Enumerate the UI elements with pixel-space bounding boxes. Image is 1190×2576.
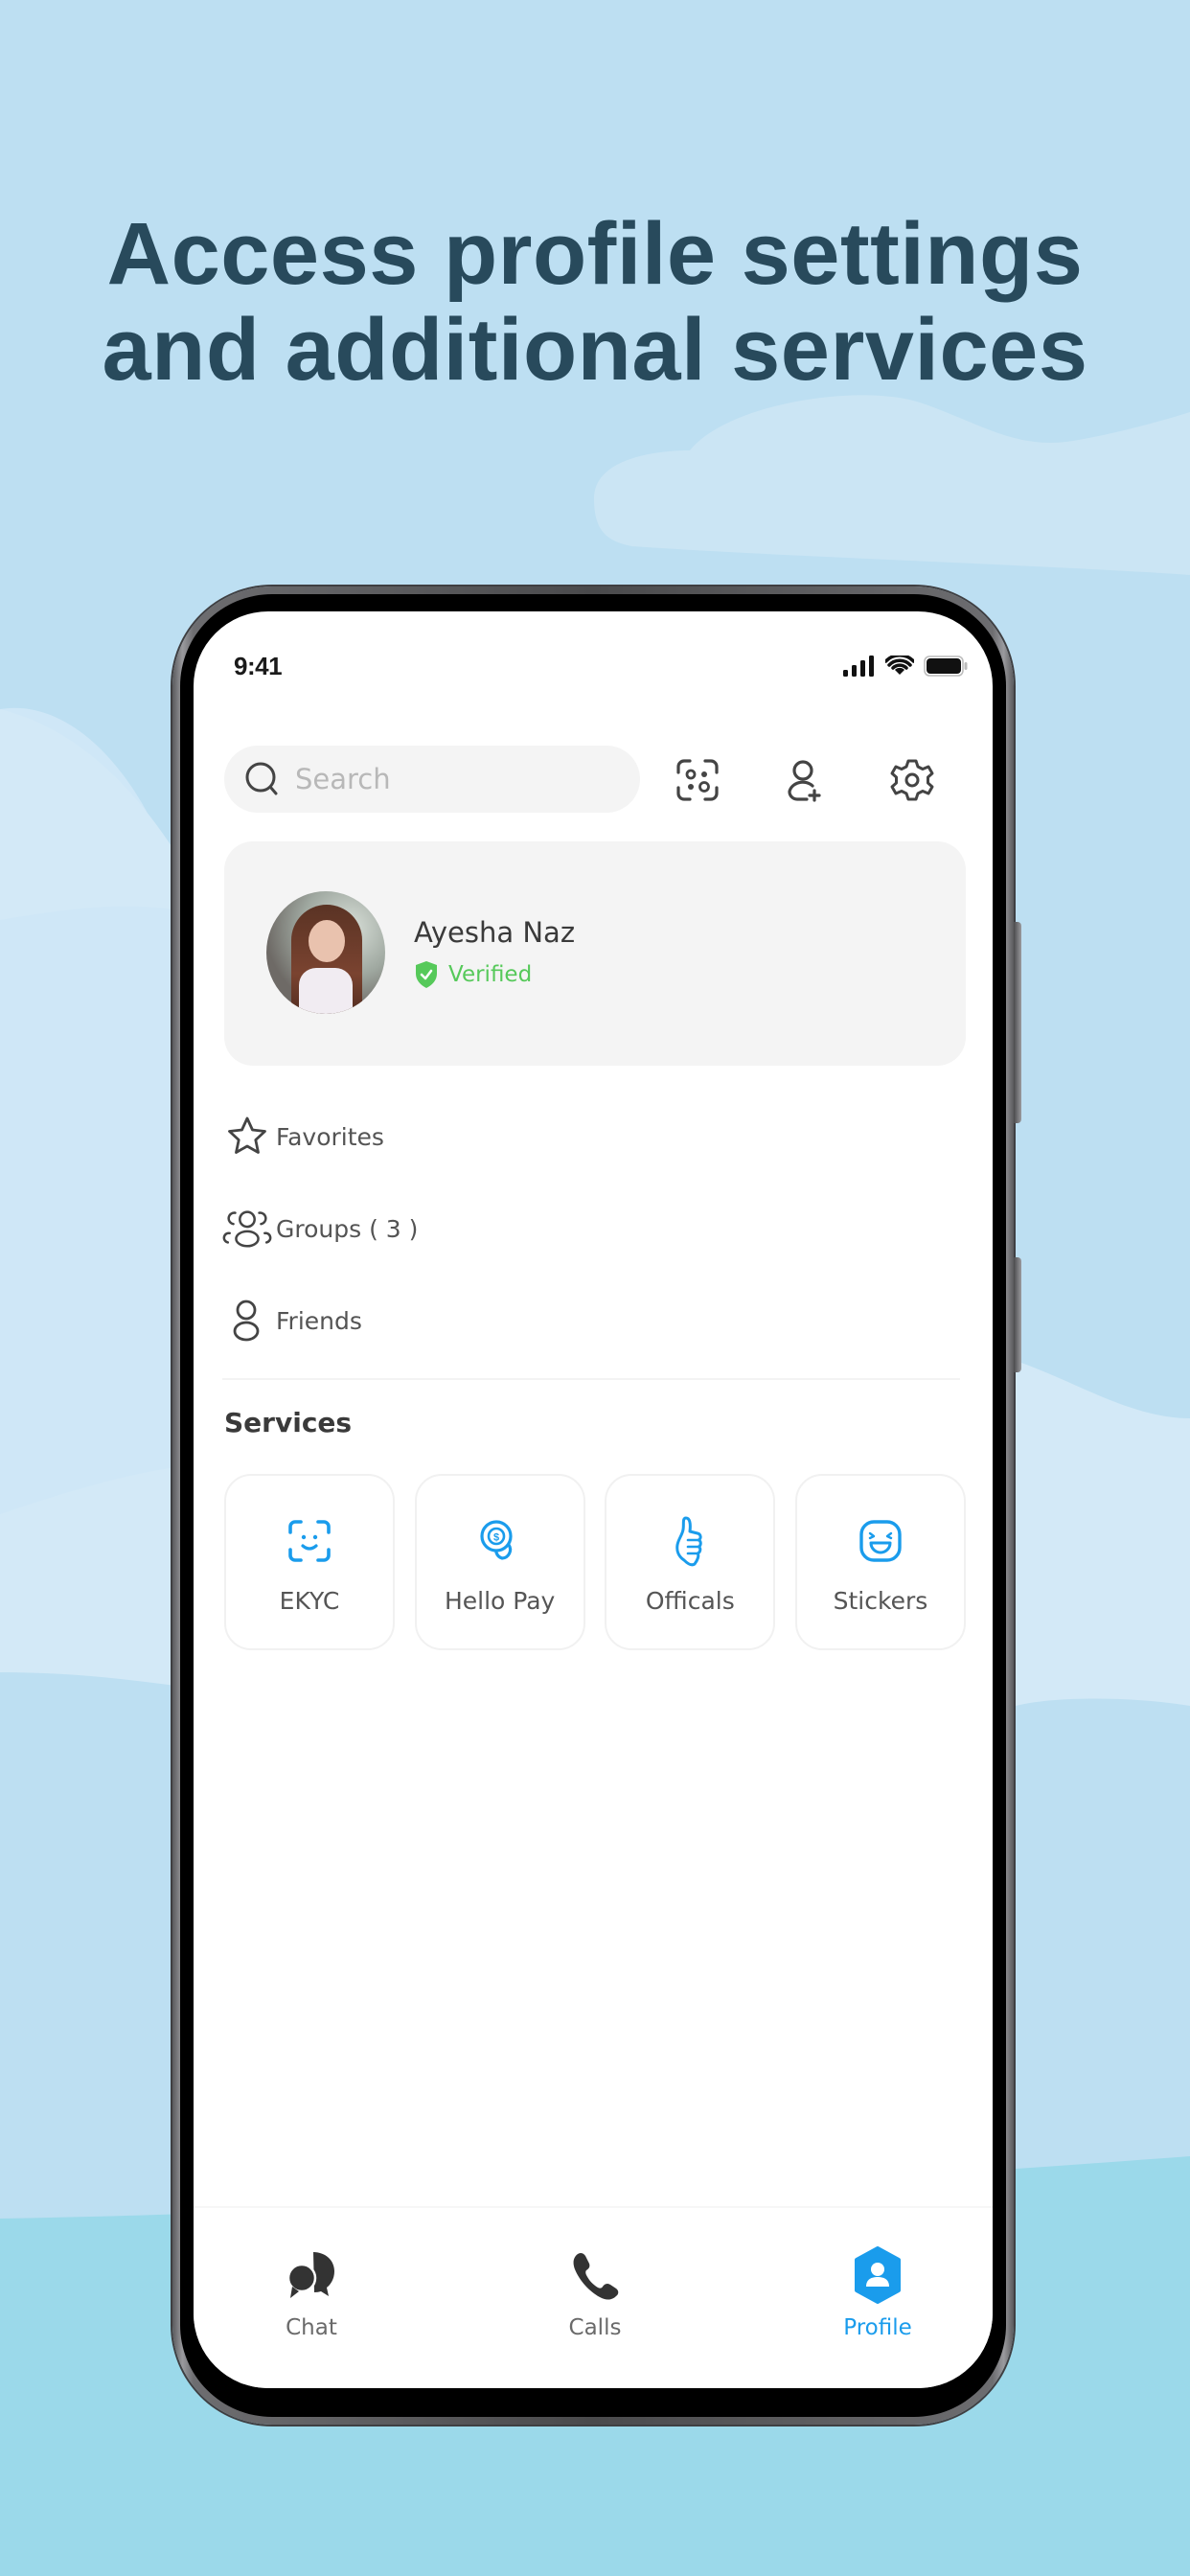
list-item-favorites[interactable]: Favorites <box>222 1091 964 1183</box>
list-item-label: Friends <box>276 1306 362 1335</box>
group-icon <box>222 1210 272 1248</box>
list-item-label: Groups ( 3 ) <box>276 1214 419 1243</box>
star-icon <box>228 1116 266 1154</box>
phone-screen: 9:41 Search Ayesha Naz Verified Favorite… <box>194 611 993 2388</box>
services-heading: Services <box>224 1407 353 1438</box>
nav-chat[interactable]: Chat <box>235 2246 388 2352</box>
search-box[interactable] <box>224 746 640 813</box>
person-icon <box>233 1300 260 1342</box>
list-item-friends[interactable]: Friends <box>222 1275 964 1367</box>
service-label: Stickers <box>833 1587 928 1615</box>
service-label: Officals <box>645 1587 735 1615</box>
headline: Access profile settings and additional s… <box>0 206 1190 398</box>
phone-side-button-bottom <box>1014 1257 1021 1372</box>
profile-menu: Favorites Groups ( 3 ) Friends <box>222 1091 964 1367</box>
service-ekyc[interactable]: EKYC <box>224 1474 395 1650</box>
service-label: Hello Pay <box>444 1587 556 1615</box>
profile-name: Ayesha Naz <box>414 916 576 949</box>
add-contact-button[interactable] <box>780 755 830 805</box>
nav-label: Chat <box>286 2315 337 2340</box>
section-divider <box>222 1378 960 1380</box>
bottom-nav: Chat Calls Profile <box>194 2206 993 2388</box>
nav-profile[interactable]: Profile <box>801 2246 954 2352</box>
nav-label: Profile <box>843 2315 912 2340</box>
wifi-icon <box>885 656 914 675</box>
service-stickers[interactable]: Stickers <box>794 1474 966 1650</box>
scan-icon <box>676 759 719 801</box>
settings-button[interactable] <box>887 755 937 805</box>
list-item-label: Favorites <box>276 1122 384 1151</box>
phone-frame: 9:41 Search Ayesha Naz Verified Favorite… <box>172 586 1021 2425</box>
service-hello-pay[interactable]: $ Hello Pay <box>414 1474 585 1650</box>
phone-icon <box>573 2252 619 2300</box>
thumbs-up-icon <box>675 1516 703 1567</box>
nav-calls[interactable]: Calls <box>518 2246 672 2352</box>
profile-icon <box>855 2246 901 2304</box>
headline-line-2: and additional services <box>102 301 1088 399</box>
search-icon <box>245 762 278 795</box>
service-officals[interactable]: Officals <box>605 1474 776 1650</box>
svg-text:$: $ <box>493 1532 499 1544</box>
service-label: EKYC <box>279 1587 340 1615</box>
search-input[interactable] <box>295 763 621 795</box>
chat-icon <box>286 2252 334 2298</box>
status-bar: 9:41 <box>194 652 993 690</box>
scan-button[interactable] <box>673 755 722 805</box>
shield-check-icon <box>416 961 437 988</box>
sticker-icon <box>859 1520 902 1562</box>
add-contact-icon <box>788 760 821 802</box>
services-grid: EKYC $ Hello Pay Officals Stickers <box>224 1474 966 1650</box>
verified-badge: Verified <box>414 960 532 989</box>
battery-icon <box>924 656 968 677</box>
top-bar <box>224 746 962 813</box>
signal-icon <box>843 656 874 677</box>
status-icons <box>843 656 968 677</box>
status-time: 9:41 <box>234 652 283 680</box>
profile-card[interactable]: Ayesha Naz Verified <box>224 841 966 1066</box>
nav-label: Calls <box>568 2315 622 2340</box>
verified-status: Verified <box>448 962 533 987</box>
coin-icon: $ <box>480 1520 513 1560</box>
list-item-groups[interactable]: Groups ( 3 ) <box>222 1183 964 1275</box>
headline-line-1: Access profile settings <box>106 205 1084 303</box>
phone-side-button-top <box>1014 922 1021 1123</box>
settings-icon <box>890 759 934 801</box>
face-scan-icon <box>288 1520 331 1562</box>
avatar[interactable] <box>266 891 385 1014</box>
